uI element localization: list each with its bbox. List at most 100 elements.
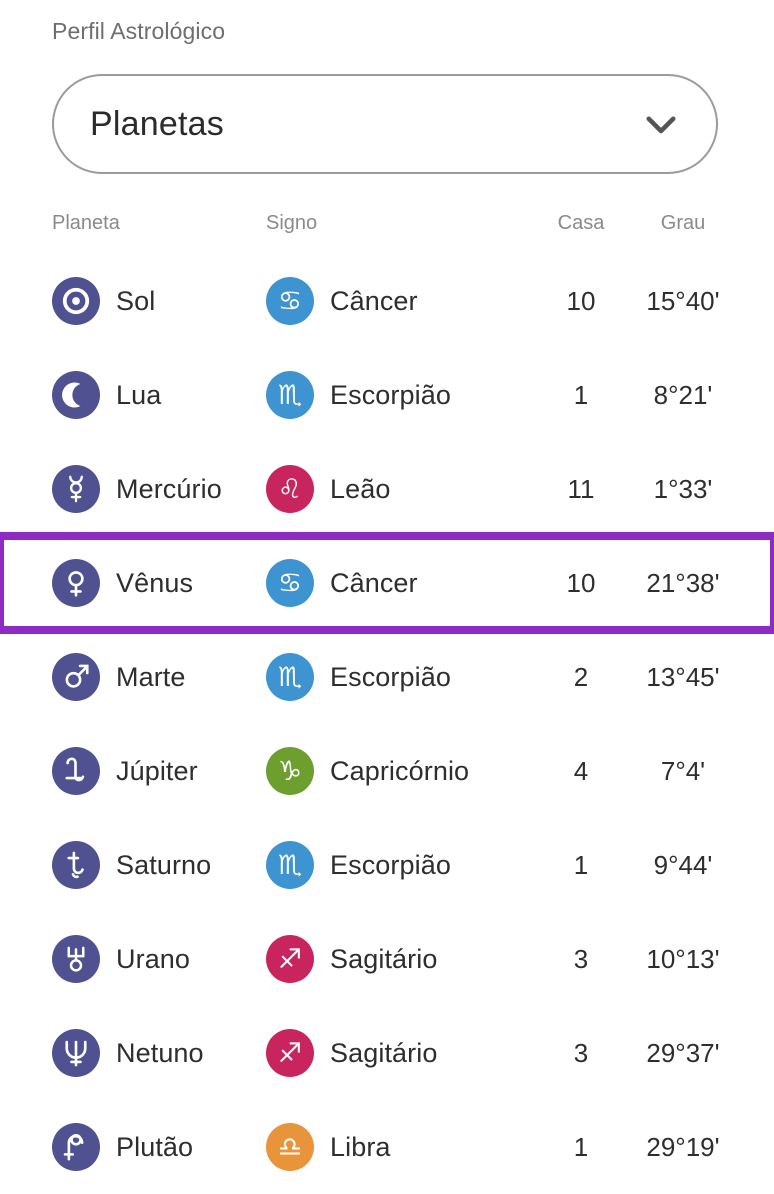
sign-cell: ♋ Câncer [266,254,418,348]
sign-cell: ♑ Capricórnio [266,724,469,818]
table-header-row: Planeta Signo Casa Grau [0,206,774,254]
degree-value: 21°38' [646,567,720,598]
house-value: 3 [573,943,589,974]
degree-cell: 29°37' [640,1006,726,1100]
planet-cell: Plutão [52,1100,193,1194]
planet-name: Vênus [116,567,194,598]
house-value: 1 [573,849,589,880]
sign-name: Libra [330,1131,391,1162]
capricorn-icon: ♑ [266,747,314,795]
planet-name: Mercúrio [116,473,222,504]
sign-cell: ♏ Escorpião [266,348,451,442]
degree-cell: 1°33' [640,442,726,536]
house-value: 4 [573,755,589,786]
sign-cell: ♐ Sagitário [266,1006,437,1100]
house-value: 10 [566,567,596,598]
planet-cell: Lua [52,348,161,442]
table-row[interactable]: Urano ♐ Sagitário 3 10°13' [0,912,774,1006]
table-row[interactable]: Marte ♏ Escorpião 2 13°45' [0,630,774,724]
house-cell: 2 [552,630,610,724]
house-cell: 1 [552,818,610,912]
uranus-icon [52,935,100,983]
sign-cell: ♏ Escorpião [266,630,451,724]
planet-cell: Netuno [52,1006,204,1100]
house-cell: 10 [552,536,610,630]
house-value: 3 [573,1037,589,1068]
planets-table: Planeta Signo Casa Grau Sol ♋ Câncer 10 15°4… [0,206,774,1194]
sign-cell: ♐ Sagitário [266,912,437,1006]
scorpio-icon: ♏ [266,841,314,889]
sign-name: Câncer [330,285,418,316]
planet-cell: Urano [52,912,190,1006]
degree-cell: 21°38' [640,536,726,630]
sign-cell: ♋ Câncer [266,536,418,630]
degree-cell: 15°40' [640,254,726,348]
sun-icon [52,277,100,325]
sign-cell: ♌ Leão [266,442,390,536]
planet-cell: Saturno [52,818,211,912]
table-row[interactable]: Plutão ♎ Libra 1 29°19' [0,1100,774,1194]
cancer-icon: ♋ [266,559,314,607]
pluto-icon [52,1123,100,1171]
house-value: 11 [567,473,595,504]
profile-view-select-value: Planetas [90,104,224,143]
sign-name: Sagitário [330,1037,438,1068]
planet-name: Urano [116,943,191,974]
astrological-profile-panel: Perfil Astrológico Planetas Planeta Sign… [0,0,774,1184]
degree-value: 10°13' [646,943,720,974]
house-cell: 1 [552,1100,610,1194]
house-value: 10 [566,285,596,316]
house-cell: 10 [552,254,610,348]
table-row[interactable]: Netuno ♐ Sagitário 3 29°37' [0,1006,774,1100]
venus-icon [52,559,100,607]
page-title: Perfil Astrológico [52,18,226,44]
planet-name: Sol [116,285,156,316]
jupiter-icon [52,747,100,795]
table-row[interactable]: Lua ♏ Escorpião 1 8°21' [0,348,774,442]
leo-icon: ♌ [266,465,314,513]
profile-view-select[interactable]: Planetas [52,74,718,174]
planet-cell: Mercúrio [52,442,222,536]
sign-cell: ♏ Escorpião [266,818,451,912]
planet-cell: Sol [52,254,155,348]
house-cell: 4 [552,724,610,818]
planet-name: Júpiter [116,755,198,786]
table-row[interactable]: Saturno ♏ Escorpião 1 9°44' [0,818,774,912]
house-cell: 11 [552,442,610,536]
column-header-degree: Grau [660,212,706,234]
table-row[interactable]: Júpiter ♑ Capricórnio 4 7°4' [0,724,774,818]
sagittarius-icon: ♐ [266,1029,314,1077]
table-row[interactable]: Vênus ♋ Câncer 10 21°38' [0,532,774,634]
house-cell: 3 [552,912,610,1006]
sign-name: Escorpião [330,379,451,410]
sign-name: Escorpião [330,849,451,880]
house-value: 1 [573,1131,589,1162]
sign-name: Capricórnio [330,755,470,786]
column-header-house: Casa [557,212,605,234]
degree-value: 13°45' [646,661,720,692]
neptune-icon [52,1029,100,1077]
table-row[interactable]: Sol ♋ Câncer 10 15°40' [0,254,774,348]
saturn-icon [52,841,100,889]
degree-cell: 10°13' [640,912,726,1006]
table-body: Sol ♋ Câncer 10 15°40' Lua ♏ Escorpião 1 8°21' Mer… [0,254,774,1194]
cancer-icon: ♋ [266,277,314,325]
degree-cell: 8°21' [640,348,726,442]
sign-name: Sagitário [330,943,438,974]
planet-cell: Marte [52,630,186,724]
column-header-planet: Planeta [52,212,120,234]
table-row[interactable]: Mercúrio ♌ Leão 11 1°33' [0,442,774,536]
planet-name: Plutão [116,1131,194,1162]
chevron-down-icon[interactable] [640,103,682,145]
degree-value: 15°40' [646,285,720,316]
mars-icon [52,653,100,701]
planet-cell: Vênus [52,536,193,630]
column-header-sign: Signo [266,212,318,234]
degree-value: 9°44' [653,849,713,880]
planet-name: Marte [116,661,186,692]
degree-cell: 7°4' [640,724,726,818]
house-cell: 1 [552,348,610,442]
house-value: 2 [573,661,589,692]
degree-value: 29°37' [646,1037,720,1068]
scorpio-icon: ♏ [266,653,314,701]
